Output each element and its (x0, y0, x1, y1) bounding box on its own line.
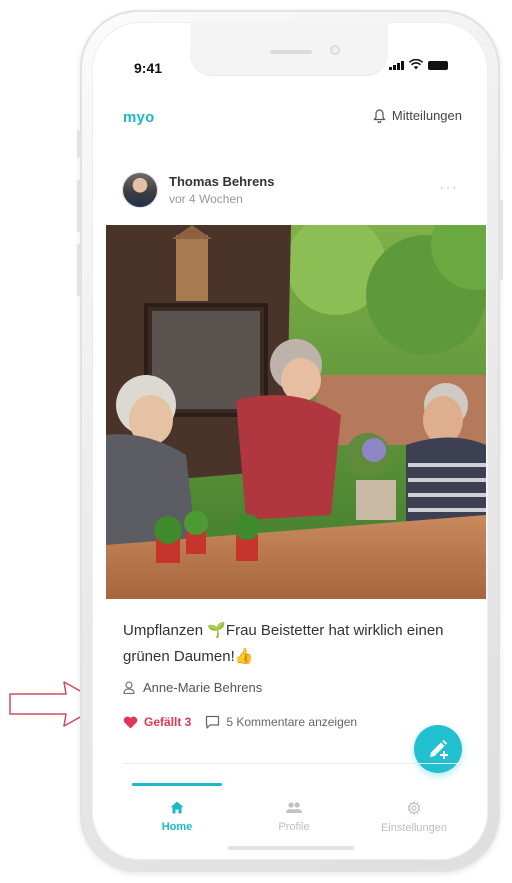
new-post-button[interactable] (414, 725, 462, 773)
post-timestamp: vor 4 Wochen (169, 192, 243, 206)
volume-down-button (77, 244, 80, 296)
tab-home-label: Home (161, 821, 193, 833)
heart-icon (123, 716, 138, 728)
speaker (270, 50, 312, 54)
tagged-person[interactable]: Anne-Marie Behrens (123, 680, 262, 695)
screen: 9:41 myo Mitteilungen Thomas Behrens vor… (92, 22, 488, 860)
thumbs-up-emoji: 👍 (234, 648, 254, 665)
notch (190, 22, 388, 76)
volume-up-button (77, 180, 80, 232)
bell-icon (373, 108, 386, 123)
tab-home[interactable]: Home (127, 801, 227, 833)
notifications-button[interactable]: Mitteilungen (373, 108, 462, 123)
tab-settings[interactable]: Einstellungen (364, 801, 464, 834)
person-icon (123, 681, 135, 694)
gear-icon (407, 801, 421, 815)
like-count: Gefällt 3 (144, 715, 192, 729)
people-icon (286, 802, 302, 813)
comment-icon (206, 715, 220, 729)
mute-switch (77, 130, 80, 158)
power-button (500, 200, 503, 280)
tab-profile-label: Profile (278, 821, 310, 833)
post-text-part1: Umpflanzen (123, 622, 208, 639)
comments-label: 5 Kommentare anzeigen (226, 715, 358, 729)
comments-button[interactable]: 5 Kommentare anzeigen (205, 715, 357, 729)
battery-icon (428, 61, 448, 70)
edit-plus-icon (430, 739, 448, 759)
camera (330, 45, 340, 55)
signal-icon (389, 61, 404, 70)
post-photo[interactable] (106, 225, 486, 599)
avatar[interactable] (123, 173, 157, 207)
post-author[interactable]: Thomas Behrens vor 4 Wochen (123, 173, 274, 207)
tab-settings-label: Einstellungen (380, 822, 448, 834)
wifi-icon (409, 59, 423, 70)
post-text: Umpflanzen 🌱Frau Beistetter hat wirklich… (123, 618, 463, 670)
like-button[interactable]: Gefällt 3 (123, 715, 191, 729)
divider (123, 763, 458, 764)
home-indicator (228, 846, 354, 850)
tagged-person-name: Anne-Marie Behrens (143, 680, 263, 695)
post-actions: Gefällt 3 5 Kommentare anzeigen (123, 715, 357, 729)
notifications-label: Mitteilungen (391, 108, 462, 123)
active-tab-indicator (132, 783, 222, 786)
more-options-icon[interactable]: ··· (439, 179, 458, 197)
phone-frame: 9:41 myo Mitteilungen Thomas Behrens vor… (77, 10, 503, 872)
status-icons (389, 59, 448, 70)
status-time: 9:41 (134, 60, 163, 76)
tab-bar: Home Profile Einstellungen (92, 783, 488, 853)
tab-profile[interactable]: Profile (244, 801, 344, 833)
app-logo: myo (123, 109, 155, 126)
home-icon (170, 801, 184, 814)
sprout-emoji: 🌱 (207, 622, 226, 639)
author-name[interactable]: Thomas Behrens (169, 174, 274, 189)
